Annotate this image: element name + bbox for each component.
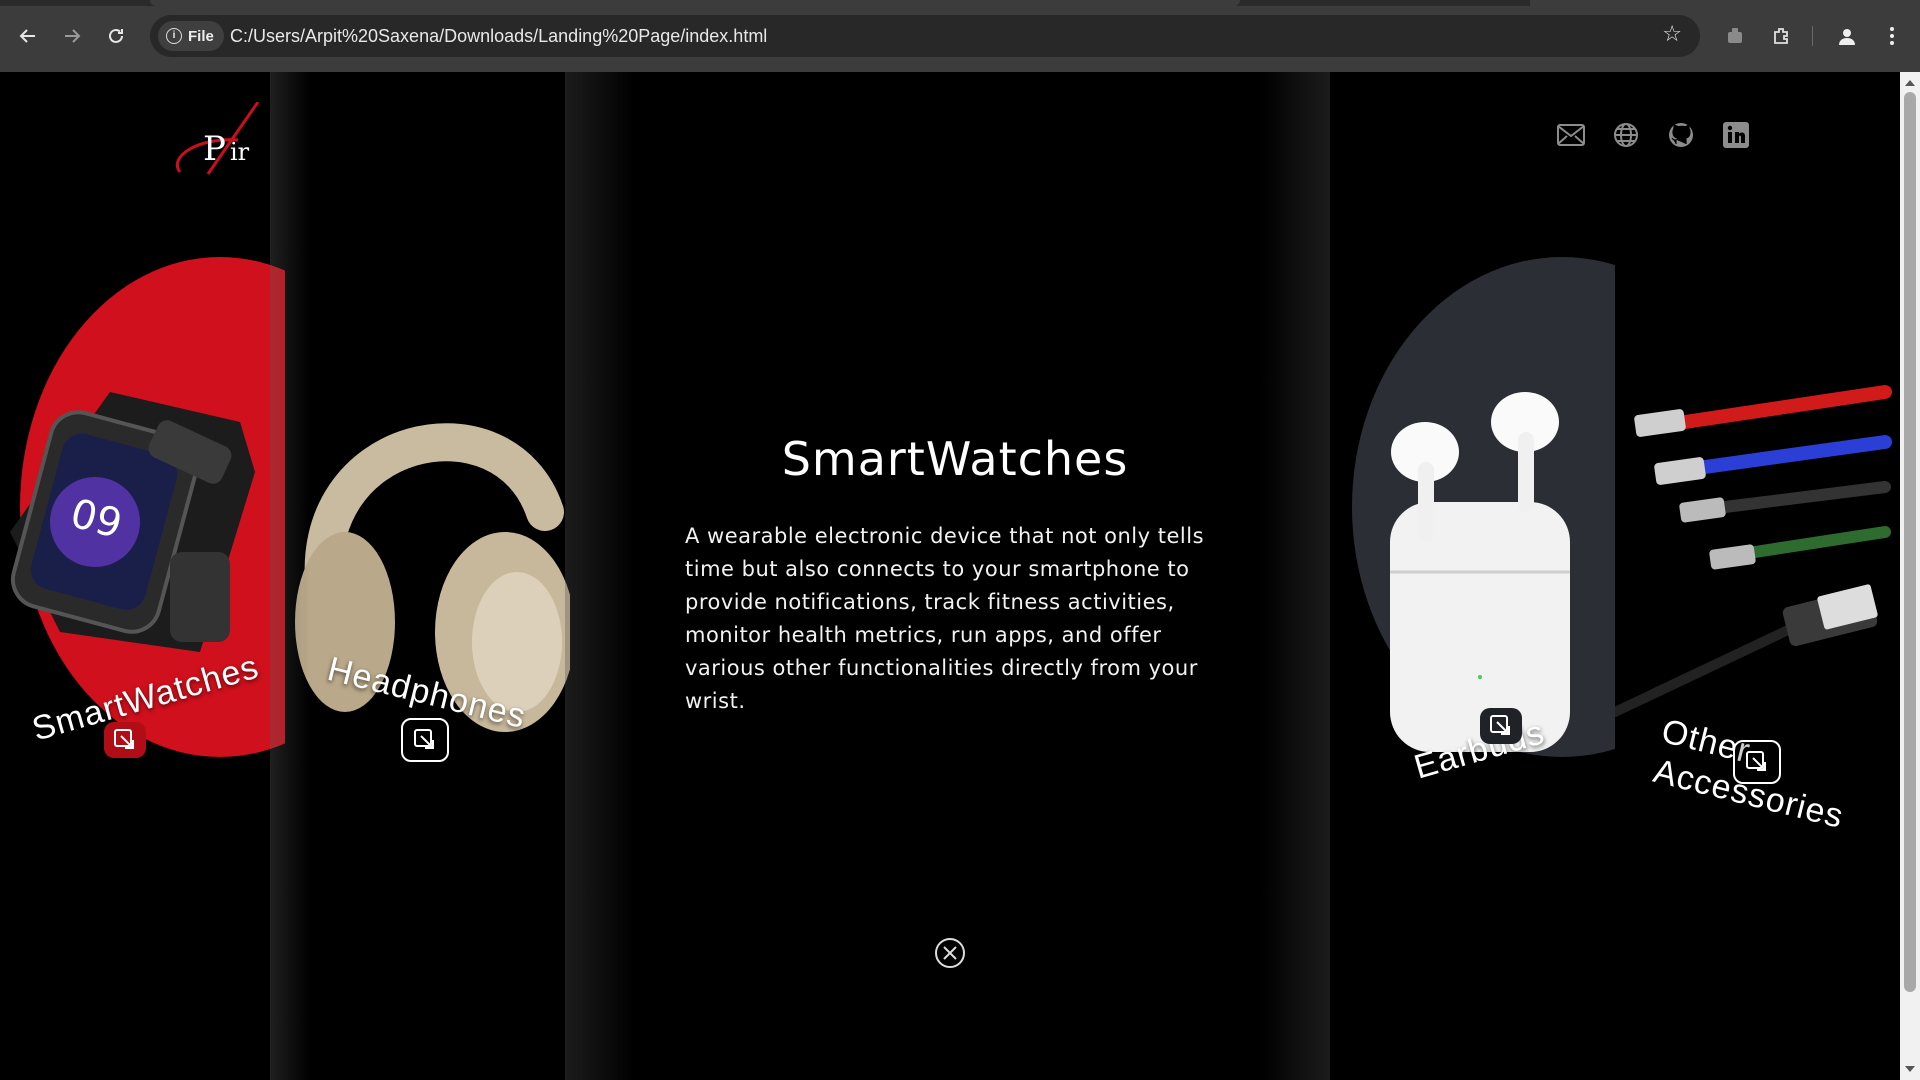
forward-button[interactable]: [56, 20, 88, 52]
open-smartwatches-button[interactable]: [104, 722, 146, 758]
tab-strip: [0, 0, 1920, 6]
menu-kebab-icon[interactable]: [1876, 20, 1908, 52]
back-button[interactable]: [12, 20, 44, 52]
linkedin-icon[interactable]: [1721, 120, 1751, 150]
arrow-left-icon: [19, 29, 35, 43]
info-icon: i: [166, 28, 182, 44]
close-button[interactable]: [934, 937, 966, 969]
panel-shadow-center-right: [1260, 72, 1330, 1080]
arrow-enter-icon: [114, 729, 134, 749]
mail-icon[interactable]: [1556, 120, 1586, 150]
panel-headphones[interactable]: Headphones: [285, 72, 570, 1080]
bookmark-star-icon[interactable]: ☆: [1662, 22, 1682, 47]
panel-other-accessories[interactable]: Other Accessories: [1615, 72, 1900, 1080]
arrow-enter-icon: [414, 729, 434, 749]
content-title: SmartWatches: [781, 432, 1129, 486]
content-description: A wearable electronic device that not on…: [685, 524, 1205, 713]
browser-toolbar: i File C:/Users/Arpit%20Saxena/Downloads…: [0, 0, 1920, 72]
landing-page: 09 SmartWatches P ir Headphones SmartWat…: [0, 72, 1900, 1080]
reload-button[interactable]: [100, 20, 132, 52]
site-info-chip[interactable]: i File: [158, 21, 224, 51]
scroll-up-arrow[interactable]: [1905, 80, 1915, 86]
globe-icon[interactable]: [1611, 120, 1641, 150]
page-scrollbar[interactable]: [1900, 72, 1920, 1080]
open-accessories-button[interactable]: [1733, 740, 1781, 784]
panel-smartwatches[interactable]: 09 SmartWatches P ir: [0, 72, 285, 1080]
scroll-thumb[interactable]: [1904, 92, 1916, 992]
reload-icon: [109, 28, 123, 43]
extension-puzzle-icon[interactable]: [1719, 20, 1751, 52]
open-earbuds-button[interactable]: [1480, 708, 1522, 744]
toolbar-divider: [1812, 26, 1813, 46]
scroll-down-arrow[interactable]: [1905, 1066, 1915, 1072]
cables-image: [1615, 385, 1892, 717]
profile-avatar[interactable]: [1831, 20, 1863, 52]
github-icon[interactable]: [1666, 120, 1696, 150]
site-chip-label: File: [188, 27, 214, 45]
url-text[interactable]: C:/Users/Arpit%20Saxena/Downloads/Landin…: [230, 15, 767, 57]
arrow-enter-icon: [1746, 751, 1766, 771]
svg-text:ir: ir: [230, 138, 250, 166]
extensions-icon[interactable]: [1765, 20, 1797, 52]
pair-logo[interactable]: P ir: [168, 102, 278, 182]
arrow-enter-icon: [1490, 715, 1510, 735]
svg-text:P: P: [203, 129, 226, 169]
open-headphones-button[interactable]: [401, 718, 449, 762]
address-bar[interactable]: i File C:/Users/Arpit%20Saxena/Downloads…: [150, 15, 1700, 57]
close-circle-icon: [935, 938, 965, 968]
arrow-right-icon: [65, 29, 81, 43]
product-description: SmartWatches A wearable electronic devic…: [685, 432, 1225, 718]
panel-shadow-center-left: [565, 72, 635, 1080]
person-icon: [1839, 29, 1855, 45]
panel-earbuds[interactable]: Earbuds: [1330, 72, 1615, 1080]
